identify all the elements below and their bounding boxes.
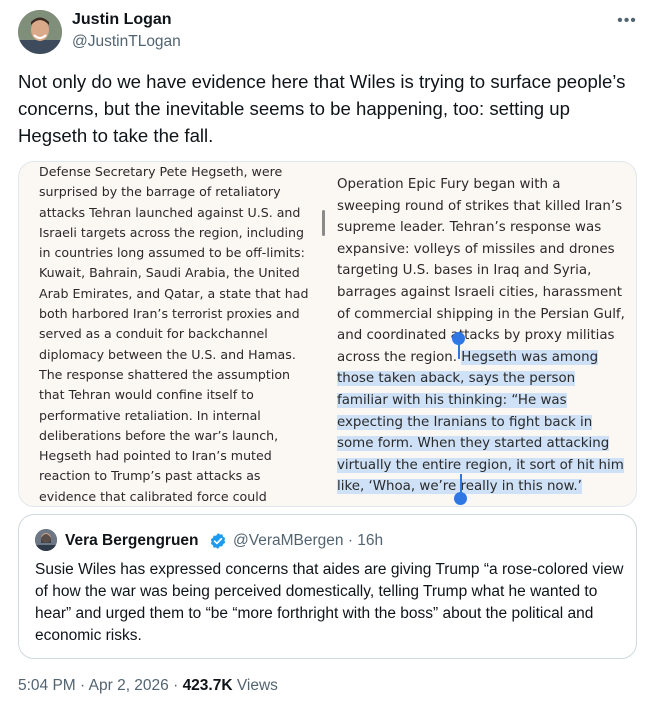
tweet-meta: 5:04 PM · Apr 2, 2026 · 423.7K Views bbox=[18, 676, 278, 696]
quote-avatar[interactable] bbox=[35, 529, 57, 551]
selection-start-handle[interactable] bbox=[452, 332, 465, 345]
scrollbar-thumb bbox=[322, 210, 325, 236]
avatar-photo bbox=[18, 10, 62, 54]
selection-end-handle[interactable] bbox=[454, 492, 467, 505]
quoted-tweet[interactable]: Vera Bergengruen @VeraMBergen · 16h Susi… bbox=[18, 514, 637, 659]
more-options-icon[interactable]: ••• bbox=[612, 10, 642, 32]
quote-avatar-photo bbox=[35, 529, 57, 551]
highlighted-text: Hegseth was among those taken aback, say… bbox=[337, 349, 624, 495]
attached-article-image[interactable]: Defense Secretary Pete Hegseth, were sur… bbox=[18, 161, 637, 507]
author-handle[interactable]: @JustinTLogan bbox=[72, 32, 181, 52]
verified-badge-icon bbox=[210, 533, 226, 549]
views-label: Views bbox=[232, 677, 278, 694]
views-count: 423.7K bbox=[182, 677, 233, 694]
tweet-text: Not only do we have evidence here that W… bbox=[18, 71, 626, 146]
quote-text: Susie Wiles has expressed concerns that … bbox=[35, 561, 624, 644]
author-avatar[interactable] bbox=[18, 10, 62, 54]
article-right-column: Operation Epic Fury began with a sweepin… bbox=[337, 174, 627, 498]
tweet-timestamp[interactable]: 5:04 PM · Apr 2, 2026 · bbox=[18, 677, 183, 694]
article-right-text: Operation Epic Fury began with a sweepin… bbox=[337, 177, 625, 365]
article-left-column: Defense Secretary Pete Hegseth, were sur… bbox=[39, 164, 309, 504]
quote-author-name[interactable]: Vera Bergengruen bbox=[65, 531, 199, 551]
author-name[interactable]: Justin Logan bbox=[72, 10, 172, 30]
quote-handle-time[interactable]: @VeraMBergen · 16h bbox=[233, 531, 383, 551]
